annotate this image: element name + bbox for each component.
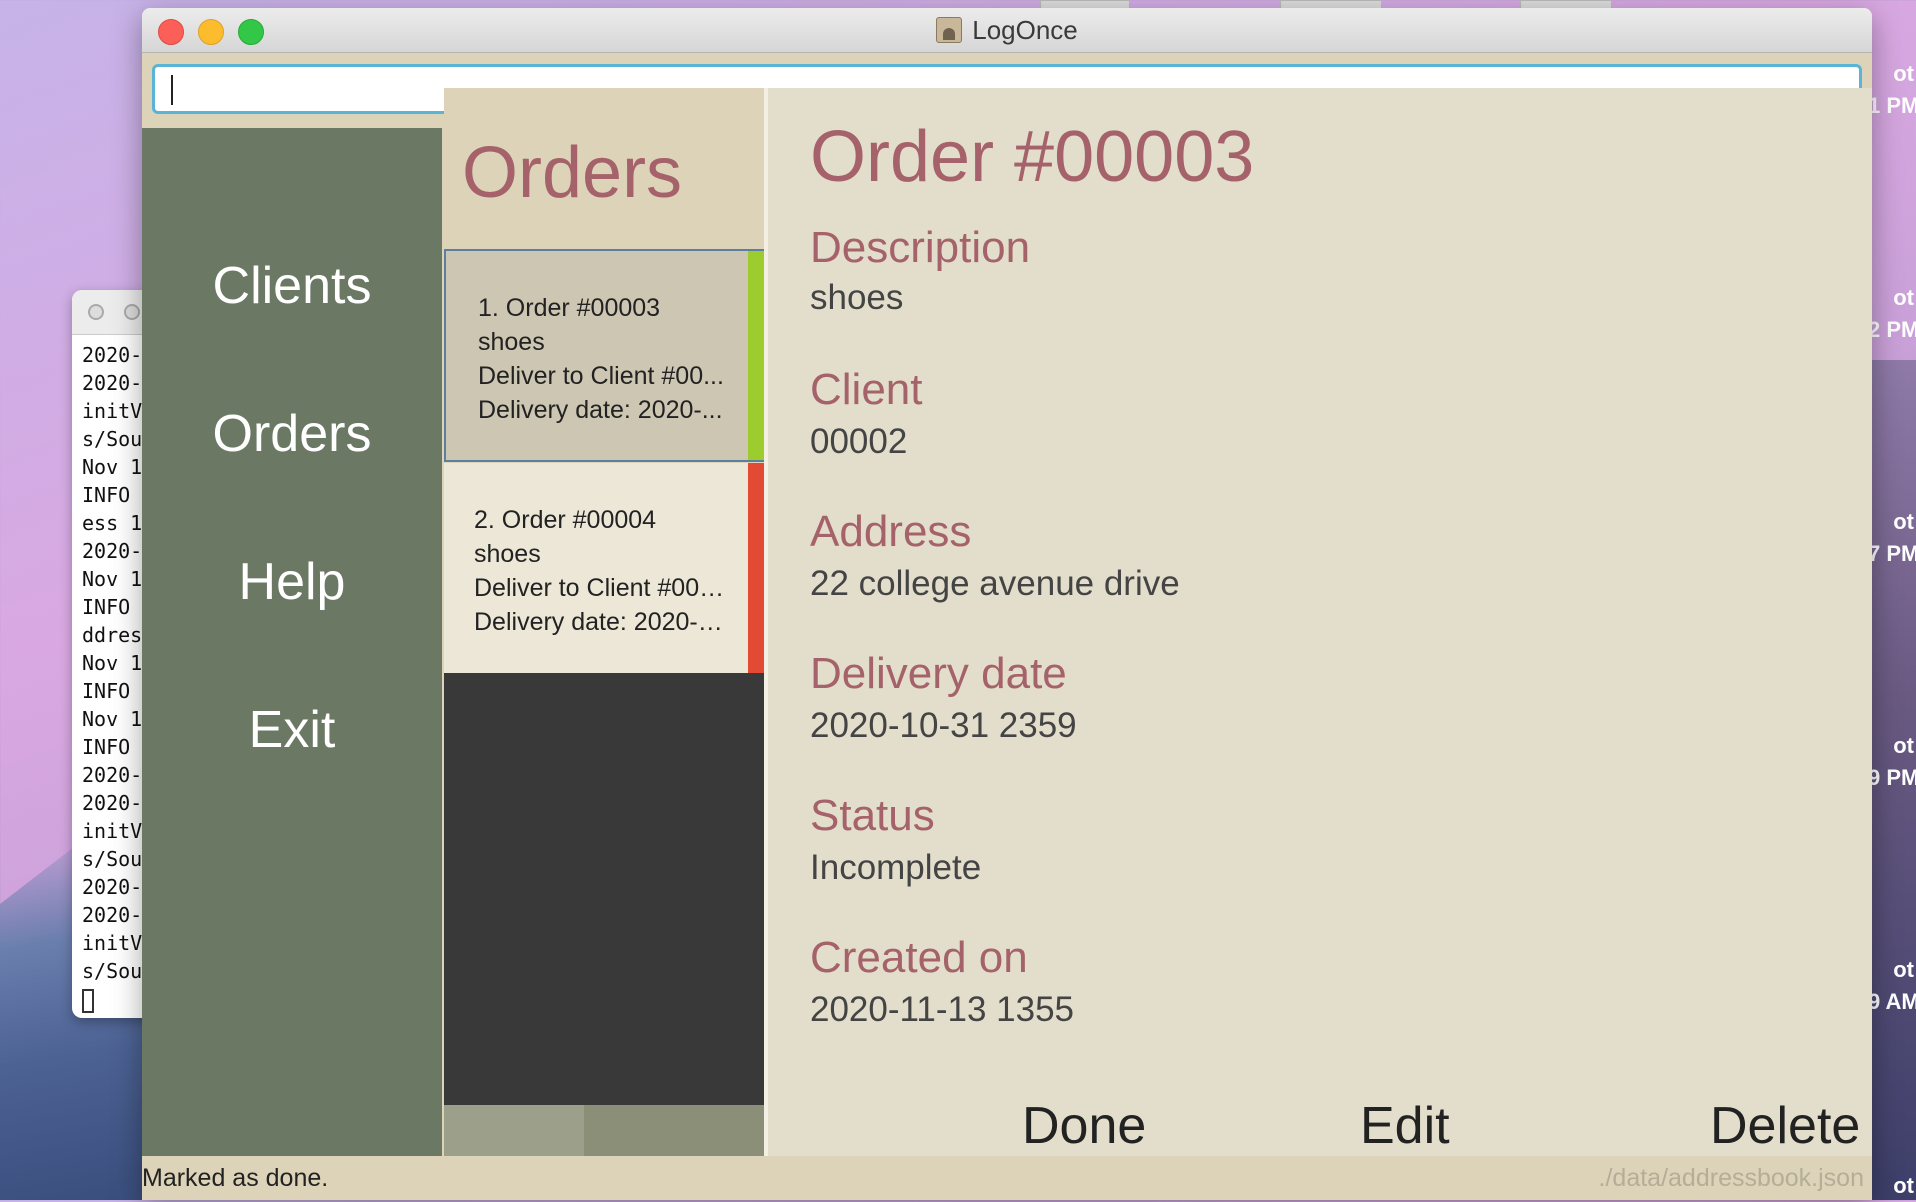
sidebar-item-clients[interactable]: Clients	[142, 256, 442, 316]
terminal-close-icon[interactable]	[88, 304, 104, 320]
sidebar-item-exit[interactable]: Exit	[142, 700, 442, 760]
detail-title: Order #00003	[810, 117, 1255, 197]
done-button[interactable]: Done	[1022, 1096, 1146, 1156]
terminal-minimize-icon[interactable]	[124, 304, 140, 320]
order-list-panel: Orders 1. Order #00003 shoes Deliver to …	[444, 88, 764, 1156]
created-on-value: 2020-11-13 1355	[810, 990, 1075, 1029]
status-message: Marked as done.	[142, 1164, 329, 1192]
logonce-window: LogOnce Clients Orders Help Exit Orders …	[142, 8, 1872, 1200]
desktop-label-fragment: ot 1 PM	[1868, 61, 1916, 118]
order-card-header: 2. Order #00004	[474, 506, 657, 534]
terminal-cursor	[82, 988, 94, 1013]
text-caret	[171, 75, 173, 105]
desktop-label-fragment: ot 9 AM	[1868, 957, 1916, 1014]
order-card[interactable]: 2. Order #00004 shoes Deliver to Client …	[444, 463, 764, 673]
order-card-date: Delivery date: 2020-1...	[474, 608, 729, 636]
list-empty-area	[444, 673, 764, 1105]
order-card-header: 1. Order #00003	[478, 294, 661, 322]
order-card-description: shoes	[478, 328, 545, 356]
order-card-date: Delivery date: 2020-...	[478, 396, 723, 424]
address-value: 22 college avenue drive	[810, 564, 1180, 603]
status-file-path: ./data/addressbook.json	[1598, 1164, 1864, 1192]
terminal-window: 2020- 2020- initV s/Sou Nov 1 INFO ess 1…	[72, 290, 152, 1018]
status-stripe	[748, 463, 764, 673]
status-bar: Marked as done. ./data/addressbook.json	[142, 1156, 1872, 1200]
edit-button[interactable]: Edit	[1360, 1096, 1450, 1156]
window-titlebar: LogOnce	[142, 8, 1872, 53]
description-label: Description	[810, 223, 1031, 272]
desktop-label-fragment: ot 2 PM	[1868, 285, 1916, 342]
desktop-label-fragment: ot 7 PM	[1868, 509, 1916, 566]
window-title-group: LogOnce	[142, 8, 1872, 52]
desktop-label-fragment: ot	[1893, 1173, 1914, 1198]
order-card-description: shoes	[474, 540, 541, 568]
horizontal-scrollbar[interactable]	[444, 1105, 764, 1156]
sidebar: Clients Orders Help Exit	[142, 128, 442, 1156]
status-value: Incomplete	[810, 848, 982, 887]
terminal-titlebar	[72, 290, 152, 335]
delivery-date-value: 2020-10-31 2359	[810, 706, 1077, 745]
order-card-selected[interactable]: 1. Order #00003 shoes Deliver to Client …	[444, 249, 764, 462]
order-detail-panel: Order #00003 Description shoes Client 00…	[768, 88, 1872, 1156]
scrollbar-thumb[interactable]	[444, 1105, 584, 1156]
client-label: Client	[810, 365, 923, 414]
sidebar-item-orders[interactable]: Orders	[142, 404, 442, 464]
status-label: Status	[810, 791, 935, 840]
order-card-deliver: Deliver to Client #00...	[478, 362, 724, 390]
app-icon	[936, 17, 963, 43]
sidebar-item-help[interactable]: Help	[142, 552, 442, 612]
window-title: LogOnce	[972, 14, 1078, 45]
delivery-date-label: Delivery date	[810, 649, 1067, 698]
description-value: shoes	[810, 278, 904, 317]
order-card-deliver: Deliver to Client #000...	[474, 574, 729, 602]
delete-button[interactable]: Delete	[1710, 1096, 1860, 1156]
created-on-label: Created on	[810, 933, 1028, 982]
list-title: Orders	[462, 133, 683, 213]
status-stripe	[748, 251, 764, 460]
address-label: Address	[810, 507, 972, 556]
client-value: 00002	[810, 422, 908, 461]
desktop-label-fragment: ot 9 PM	[1868, 733, 1916, 790]
